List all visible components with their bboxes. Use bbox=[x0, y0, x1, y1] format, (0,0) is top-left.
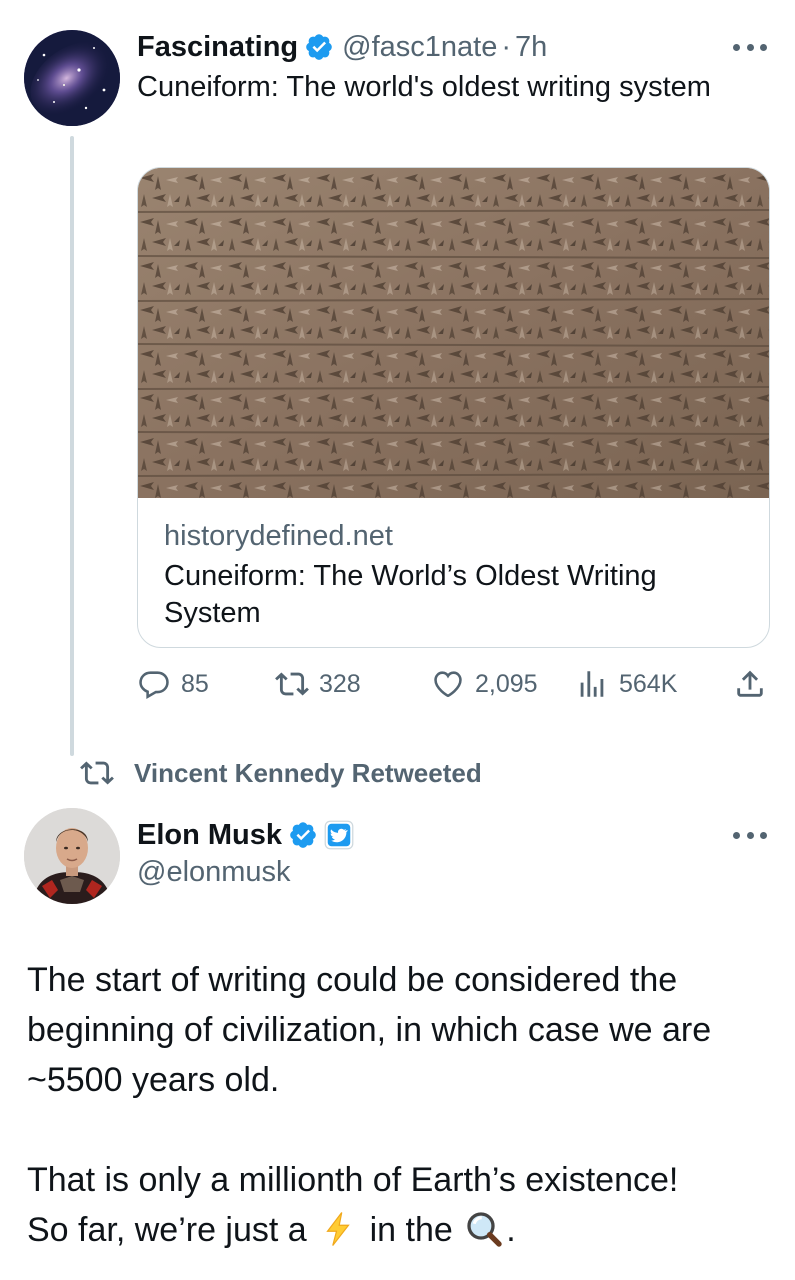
share-icon bbox=[737, 670, 763, 697]
reply-icon bbox=[139, 671, 169, 699]
tweet-time[interactable]: 7h bbox=[515, 31, 547, 64]
share-button[interactable] bbox=[733, 664, 777, 704]
verified-badge-icon[interactable] bbox=[288, 820, 318, 850]
separator-dot: · bbox=[501, 30, 512, 63]
reply-count: 85 bbox=[181, 669, 209, 698]
magnifier-emoji-icon bbox=[467, 1212, 502, 1247]
last-line-start: So far, we’re just a bbox=[27, 1211, 307, 1249]
tweet-elonmusk[interactable]: Elon Musk @elonmusk The start of writing… bbox=[0, 800, 795, 1280]
retweet-banner[interactable]: Vincent Kennedy Retweeted bbox=[80, 755, 482, 791]
affiliate-bird-icon[interactable] bbox=[324, 820, 354, 850]
retweet-icon bbox=[275, 672, 309, 696]
view-count: 564K bbox=[619, 669, 678, 698]
avatar-elonmusk[interactable] bbox=[24, 808, 120, 904]
like-count: 2,095 bbox=[475, 669, 538, 698]
like-button[interactable]: 2,095 bbox=[431, 664, 538, 704]
thread-connector-line bbox=[70, 136, 74, 756]
retweet-banner-text: Vincent Kennedy Retweeted bbox=[134, 757, 482, 788]
cuneiform-tablet-image bbox=[138, 168, 769, 498]
reply-button[interactable]: 85 bbox=[137, 664, 209, 704]
card-title[interactable]: Cuneiform: The World’s Oldest Writing Sy… bbox=[164, 558, 744, 632]
tweet-actions: 85 328 2,095 564K bbox=[137, 664, 770, 704]
author-name[interactable]: Elon Musk bbox=[137, 819, 282, 852]
portrait-avatar-image bbox=[24, 808, 120, 904]
retweet-count: 328 bbox=[319, 669, 361, 698]
last-line-middle: in the bbox=[369, 1211, 453, 1249]
analytics-icon bbox=[580, 671, 604, 697]
lightning-emoji-icon bbox=[326, 1212, 350, 1246]
author-handle[interactable]: @fasc1nate bbox=[342, 31, 497, 64]
avatar-fascinating[interactable] bbox=[24, 30, 120, 126]
card-image[interactable] bbox=[138, 168, 769, 498]
retweet-icon bbox=[80, 761, 114, 785]
author-handle[interactable]: @elonmusk bbox=[137, 856, 291, 889]
tweet-header: Elon Musk bbox=[137, 818, 354, 852]
tweet-header: Fascinating @fasc1nate · 7h bbox=[137, 30, 547, 64]
verified-badge-icon[interactable] bbox=[304, 32, 334, 62]
tweet-fascinating[interactable]: Fascinating @fasc1nate · 7h Cuneiform: T… bbox=[0, 0, 795, 756]
more-options-icon[interactable] bbox=[733, 42, 767, 52]
last-line-end: . bbox=[506, 1211, 516, 1249]
link-card[interactable]: historydefined.net Cuneiform: The World’… bbox=[137, 167, 770, 648]
galaxy-avatar-image bbox=[24, 30, 120, 126]
card-domain[interactable]: historydefined.net bbox=[164, 520, 393, 553]
views-button[interactable]: 564K bbox=[575, 664, 677, 704]
tweet-paragraph: That is only a millionth of Earth’s exis… bbox=[27, 1161, 679, 1199]
heart-icon bbox=[434, 671, 462, 698]
author-name[interactable]: Fascinating bbox=[137, 31, 298, 64]
tweet-text: The start of writing could be considered… bbox=[27, 955, 775, 1255]
more-options-icon[interactable] bbox=[733, 830, 767, 840]
retweet-button[interactable]: 328 bbox=[275, 664, 361, 704]
tweet-text: Cuneiform: The world's oldest writing sy… bbox=[137, 71, 711, 103]
tweet-last-line: So far, we’re just a in the . bbox=[27, 1205, 775, 1255]
tweet-paragraph: The start of writing could be considered… bbox=[27, 961, 712, 1099]
